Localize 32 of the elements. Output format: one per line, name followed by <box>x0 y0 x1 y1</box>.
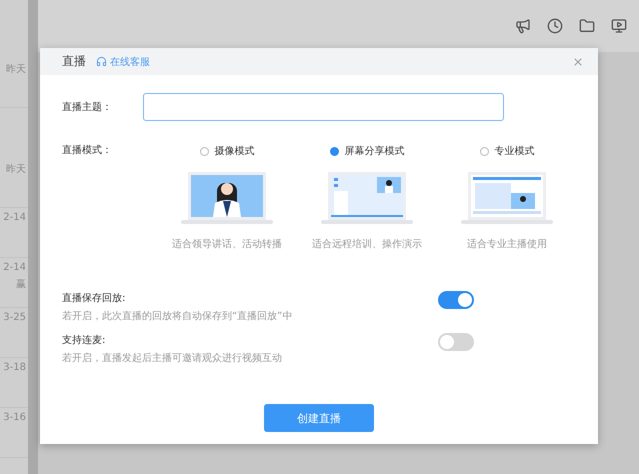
setting-title: 支持连麦: <box>62 334 106 347</box>
mode-label: 直播模式： <box>62 144 113 158</box>
item-date: 2-14 <box>3 262 26 273</box>
topic-field[interactable] <box>143 93 504 121</box>
mode-caption: 适合领导讲话、活动转播 <box>172 238 282 251</box>
mode-radio[interactable]: 专业模式 <box>480 143 534 159</box>
topic-label: 直播主题： <box>62 100 113 114</box>
megaphone-icon[interactable] <box>515 18 531 34</box>
toggle-switch[interactable] <box>438 291 474 309</box>
video-icon[interactable] <box>611 18 627 34</box>
create-button[interactable]: 创建直播 <box>264 404 374 432</box>
folder-icon[interactable] <box>579 18 595 34</box>
item-date: 3-16 <box>3 412 26 423</box>
close-button[interactable] <box>572 56 584 68</box>
toggle-switch[interactable] <box>438 333 474 351</box>
dialog-title: 直播 <box>62 53 86 70</box>
headset-icon <box>96 56 107 67</box>
mode-caption: 适合专业主播使用 <box>467 238 547 251</box>
mode-radio[interactable]: 摄像模式 <box>200 143 254 159</box>
item-date: 3-18 <box>3 362 26 373</box>
setting-description: 若开启，此次直播的回放将自动保存到“直播回放”中 <box>62 310 292 323</box>
item-preview: 赢 <box>16 278 26 291</box>
item-date: 昨天 <box>6 63 26 76</box>
item-date: 昨天 <box>6 163 26 176</box>
mode-caption: 适合远程培训、操作演示 <box>312 238 422 251</box>
support-link[interactable]: 在线客服 <box>96 54 150 68</box>
mode-radio[interactable]: 屏幕分享模式 <box>330 143 404 159</box>
item-date: 3-25 <box>3 312 26 323</box>
setting-title: 直播保存回放: <box>62 292 126 305</box>
setting-description: 若开启，直播发起后主播可邀请观众进行视频互动 <box>62 352 282 365</box>
clock-icon[interactable] <box>547 18 563 34</box>
item-date: 2-14 <box>3 212 26 223</box>
